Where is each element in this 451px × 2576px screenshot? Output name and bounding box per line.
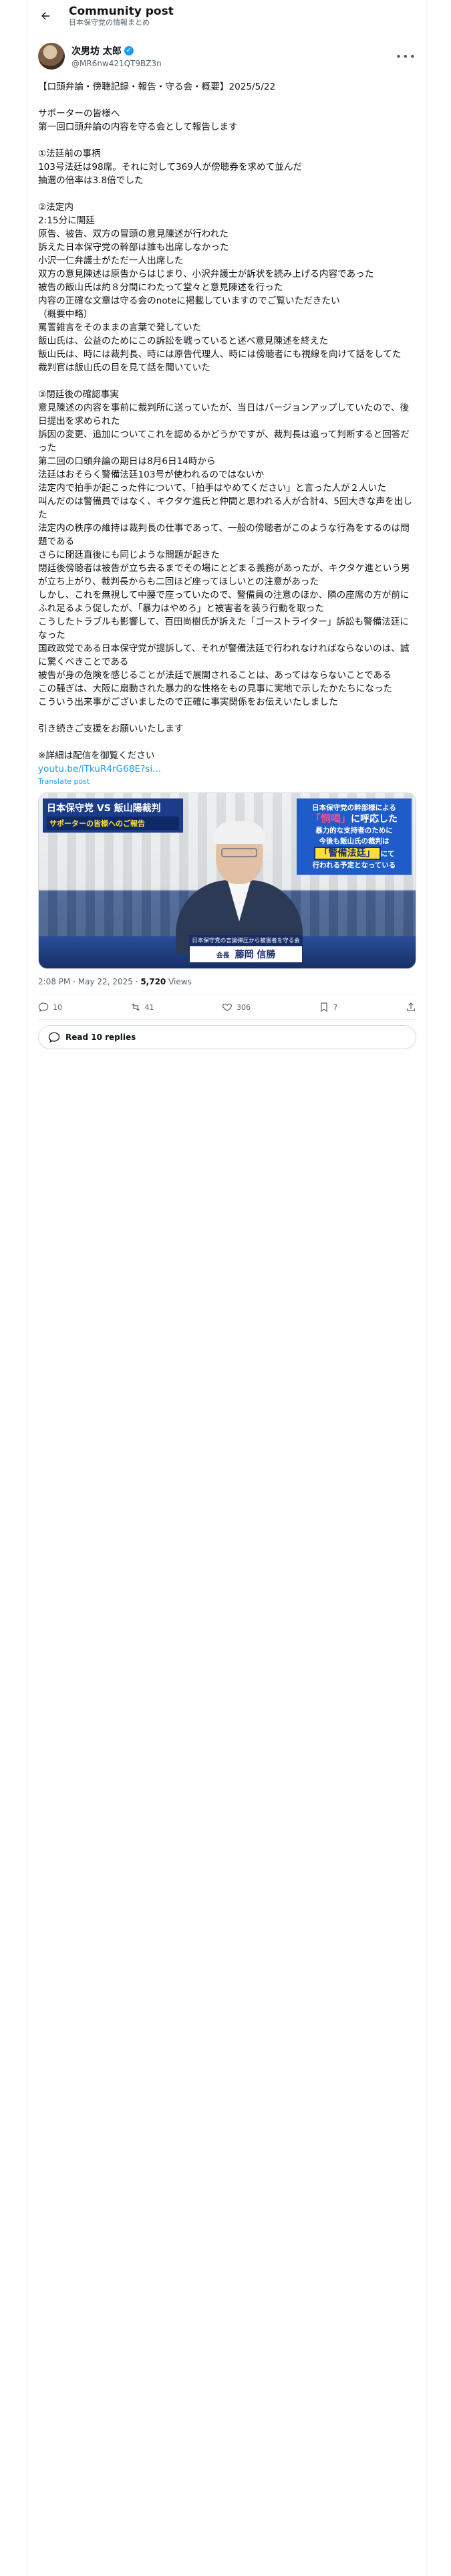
- thumbnail-right-line: にて: [380, 850, 395, 858]
- post-line: 被告が身の危険を感じることが法廷で展開されることは、あってはならないことである: [38, 670, 392, 681]
- post-line: 訴えた日本保守党の幹部は誰も出席しなかった: [38, 242, 229, 253]
- thumbnail-left-title: 日本保守党 VS 飯山陽裁判: [47, 803, 161, 814]
- post-line: 双方の意見陳述は原告からはじまり、小沢弁護士が訴状を読み上げる内容であった: [38, 269, 374, 280]
- post-line: [38, 134, 416, 147]
- post-line: 第二回の口頭弁論の期日は8月6日14時から: [38, 456, 216, 467]
- heart-icon: [222, 1003, 232, 1012]
- translate-post-link[interactable]: Translate post: [27, 776, 427, 786]
- reply-icon: [38, 1002, 49, 1012]
- post-line: 裁判官は飯山氏の目を見て話を聞いていた: [38, 362, 210, 373]
- author-handle[interactable]: @MR6nw421QT9BZ3n: [71, 59, 396, 68]
- post-line: 飯山氏は、時には裁判長、時には原告代理人、時には傍聴者にも視線を向けて話をしてた: [38, 349, 402, 360]
- post-line: 引き続きご支援をお願いいたします: [38, 724, 184, 734]
- avatar[interactable]: [38, 43, 65, 70]
- community-name[interactable]: 日本保守党の情報まとめ: [69, 18, 174, 27]
- repost-button[interactable]: 41: [130, 1002, 154, 1012]
- thumbnail-left-subtitle: サポーターの皆様へのご報告: [47, 817, 179, 830]
- post-timestamp[interactable]: 2:08 PM · May 22, 2025 ·: [38, 977, 140, 986]
- post-line: 法定内で拍手が起こった件について、「拍手はやめてください」と言った人が２人いた: [38, 483, 386, 494]
- post-line: 2:15分に開廷: [38, 215, 95, 226]
- speaker-caption: 日本保守党の言論弾圧から被害者を守る会 会長 藤岡 信勝: [189, 935, 303, 963]
- post-line: 訴因の変更、追加についてこれを認めるかどうかですが、裁判長は追って判断すると回答…: [38, 429, 410, 453]
- post-line: 飯山氏は、公益のためにこの訴訟を戦っていると述べ意見陳述を終えた: [38, 336, 329, 346]
- caption-organization: 日本保守党の言論弾圧から被害者を守る会: [189, 935, 303, 946]
- post-line: 国政政党である日本保守党が提訴して、それが警備法廷で行われなければならないのは、…: [38, 643, 410, 667]
- thumbnail-right-line: 行われる予定となっている: [312, 861, 396, 869]
- post-line: 103号法廷は98席。それに対して369人が傍聴券を求めて並んだ: [38, 162, 303, 173]
- post-text: 【口頭弁論・傍聴記録・報告・守る会・概要】2025/5/22 サポーターの皆様へ第…: [27, 80, 427, 762]
- reply-bubble-icon: [48, 1032, 60, 1043]
- post-link[interactable]: youtu.be/iTkuR4rG68E?si...: [27, 762, 427, 776]
- post-line: [38, 736, 416, 749]
- thumbnail-right-line: 今後も飯山氏の裁判は: [319, 837, 390, 845]
- action-bar: 10 41 306 7: [27, 995, 427, 1019]
- views-label: Views: [166, 977, 192, 986]
- thumbnail-right-yellow: 「警備法廷」: [313, 847, 381, 860]
- page-title: Community post: [69, 5, 174, 18]
- post-line: 第一回口頭弁論の内容を守る会として報告します: [38, 122, 238, 132]
- post-line: 法定内の秩序の維持は裁判長の仕事であって、一般の傍聴者がこのような行為をするのは…: [38, 523, 410, 547]
- repost-icon: [131, 1003, 140, 1011]
- bookmark-count: 7: [333, 1002, 338, 1012]
- thumbnail-right-highlight: 「恫喝」: [310, 813, 351, 825]
- divider: [38, 1019, 416, 1020]
- caption-role: 会長: [216, 952, 230, 960]
- bookmark-icon: [320, 1002, 327, 1012]
- post-line: ①法廷前の事柄: [38, 148, 101, 159]
- post-line: [38, 187, 416, 201]
- read-replies-button[interactable]: Read 10 replies: [38, 1025, 416, 1049]
- post-line: 内容の正確な文章は守る会のnoteに掲載していますのでご覧いただきたい: [38, 296, 340, 306]
- more-options-icon[interactable]: •••: [396, 50, 416, 63]
- post-line: サポーターの皆様へ: [38, 108, 120, 119]
- read-replies-label: Read 10 replies: [65, 1033, 136, 1042]
- author-display-name[interactable]: 次男坊 太郎: [71, 44, 122, 58]
- post-line: さらに閉廷直後にも同じような問題が起きた: [38, 550, 220, 560]
- thumbnail-left-banner: 日本保守党 VS 飯山陽裁判 サポーターの皆様へのご報告: [43, 798, 183, 833]
- post-meta: 2:08 PM · May 22, 2025 · 5,720 Views: [27, 969, 427, 994]
- post-line: ②法定内: [38, 202, 73, 213]
- speaker-figure: [176, 820, 303, 954]
- arrow-left-icon: [41, 12, 49, 20]
- post-line: 意見陳述の内容を事前に裁判所に送っていたが、当日はバージョンアップしていたので、…: [38, 403, 410, 427]
- reply-count: 10: [53, 1002, 62, 1012]
- back-button[interactable]: [35, 6, 55, 26]
- post-line: ③閉廷後の確認事実: [38, 389, 119, 400]
- post-line: この騒ぎは、大阪に扇動された暴力的な性格をもの見事に実地で示したかたちになった: [38, 683, 393, 694]
- post-line: 小沢一仁弁護士がただ一人出席した: [38, 255, 184, 266]
- video-thumbnail[interactable]: 日本保守党 VS 飯山陽裁判 サポーターの皆様へのご報告 日本保守党の幹部様によ…: [38, 792, 416, 969]
- post-column: Community post 日本保守党の情報まとめ 次男坊 太郎 ✓ @MR6…: [27, 0, 428, 2576]
- post-line: こうしたトラブルも影響して、百田尚樹氏が訴えた「ゴーストライター」訴訟も警備法廷…: [38, 617, 410, 641]
- post-line: 被告の飯山氏は約８分間にわたって堂々と意見陳述を行った: [38, 282, 283, 293]
- bookmark-button[interactable]: 7: [319, 1002, 338, 1012]
- thumbnail-right-banner: 日本保守党の幹部様による 「恫喝」に呼応した 暴力的な支持者のために 今後も飯山…: [297, 798, 412, 875]
- share-icon: [407, 1002, 415, 1011]
- caption-name: 藤岡 信勝: [235, 950, 276, 960]
- post-line: ※詳細は配信を御覧ください: [38, 750, 155, 761]
- author-row: 次男坊 太郎 ✓ @MR6nw421QT9BZ3n •••: [27, 32, 427, 72]
- post-line: 叫んだのは警備員ではなく、キクタケ進氏と仲間と思われる人が合計4、5回大きな声を…: [38, 496, 412, 520]
- like-button[interactable]: 306: [222, 1002, 251, 1012]
- post-line: 【口頭弁論・傍聴記録・報告・守る会・概要】2025/5/22: [38, 82, 276, 92]
- verified-badge-icon: ✓: [124, 46, 134, 56]
- top-bar: Community post 日本保守党の情報まとめ: [27, 0, 427, 32]
- thumbnail-right-line: 日本保守党の幹部様による: [312, 804, 396, 812]
- thumbnail-right-line: に呼応した: [351, 814, 398, 825]
- post-line: （概要中略）: [38, 309, 93, 320]
- post-line: 原告、被告、双方の冒頭の意見陳述が行われた: [38, 229, 229, 239]
- thumbnail-right-line: 暴力的な支持者のために: [315, 827, 393, 835]
- post-line: しかし、これを無視して中腰で座っていたので、警備員の注意のほか、隣の座席の方が前…: [38, 590, 410, 614]
- post-line: [38, 709, 416, 722]
- like-count: 306: [237, 1002, 251, 1012]
- post-line: こういう出来事がございましたので正確に事実関係をお伝えいたしました: [38, 697, 338, 708]
- share-button[interactable]: [406, 1002, 416, 1012]
- views-count: 5,720: [140, 977, 166, 986]
- reply-button[interactable]: 10: [38, 1002, 62, 1012]
- post-line: 抽選の倍率は3.8倍でした: [38, 175, 144, 186]
- post-line: 罵詈雑言をそのままの言葉で発していた: [38, 322, 202, 333]
- repost-count: 41: [144, 1002, 154, 1012]
- post-line: [38, 94, 416, 107]
- post-line: 法廷はおそらく警備法廷103号が使われるのではないか: [38, 469, 264, 480]
- post-line: 閉廷後傍聴者は被告が立ち去るまでその場にとどまる義務があったが、キクタケ進という…: [38, 563, 410, 587]
- post-line: [38, 374, 416, 388]
